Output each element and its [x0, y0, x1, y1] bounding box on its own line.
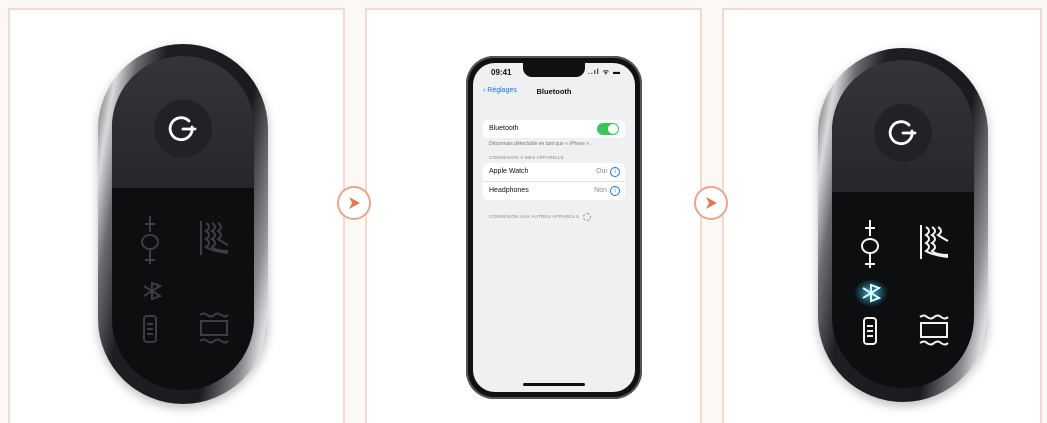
- info-icon[interactable]: i: [610, 186, 620, 196]
- my-devices-header: CONNEXION À MES APPAREILS: [489, 155, 564, 160]
- battery-icon: [863, 317, 877, 345]
- temperature-icon: [141, 216, 159, 264]
- bluetooth-row[interactable]: Bluetooth: [483, 120, 625, 138]
- bluetooth-label: Bluetooth: [489, 125, 519, 132]
- power-button[interactable]: [874, 104, 932, 162]
- status-icons: ..ıl ᯤ ▬: [587, 69, 621, 76]
- other-devices-header: CONNEXION AUX AUTRES APPAREILS: [489, 213, 592, 221]
- phone-screen: 09:41 ..ıl ᯤ ▬ ‹ Réglages Bluetooth Blue…: [473, 63, 635, 392]
- heating-pad-icon: [199, 312, 229, 344]
- device-status: Oui: [596, 168, 607, 175]
- phone-notch: [523, 63, 585, 77]
- discoverable-caption: Désormais détectable en tant que « iPhon…: [489, 141, 591, 147]
- bluetooth-toggle-group: Bluetooth: [483, 120, 625, 138]
- remote-control: [818, 48, 988, 402]
- battery-icon: [143, 315, 157, 343]
- remote-control: [98, 44, 268, 404]
- loading-spinner-icon: [583, 213, 592, 221]
- power-icon: [168, 116, 197, 142]
- heating-pad-icon: [919, 314, 949, 346]
- my-devices-list: Apple Watch Oui i Headphones Non i: [483, 163, 625, 200]
- panel-remote-on: [722, 8, 1042, 423]
- heat-waves-icon: [920, 225, 949, 259]
- home-indicator: [523, 383, 585, 386]
- other-devices-label: CONNEXION AUX AUTRES APPAREILS: [489, 214, 580, 220]
- heat-waves-icon: [200, 221, 229, 255]
- panel-remote-off: [8, 8, 345, 423]
- status-time: 09:41: [491, 68, 512, 77]
- next-arrow: [337, 186, 371, 220]
- device-name: Headphones: [489, 187, 529, 194]
- next-arrow-icon: [349, 197, 360, 209]
- list-item[interactable]: Apple Watch Oui i: [483, 163, 625, 182]
- next-arrow-icon: [706, 197, 717, 209]
- bluetooth-icon: [854, 279, 888, 307]
- next-arrow: [694, 186, 728, 220]
- bluetooth-toggle[interactable]: [597, 123, 619, 135]
- list-item[interactable]: Headphones Non i: [483, 182, 625, 200]
- phone: 09:41 ..ıl ᯤ ▬ ‹ Réglages Bluetooth Blue…: [466, 56, 642, 399]
- temperature-icon: [861, 220, 879, 268]
- device-name: Apple Watch: [489, 168, 529, 175]
- device-status: Non: [594, 187, 607, 194]
- power-button[interactable]: [154, 100, 212, 158]
- bluetooth-icon: [143, 282, 163, 300]
- page-title: Bluetooth: [536, 87, 572, 96]
- info-icon[interactable]: i: [610, 167, 620, 177]
- remote-face: [112, 56, 254, 390]
- remote-face: [832, 60, 974, 388]
- power-icon: [888, 120, 917, 146]
